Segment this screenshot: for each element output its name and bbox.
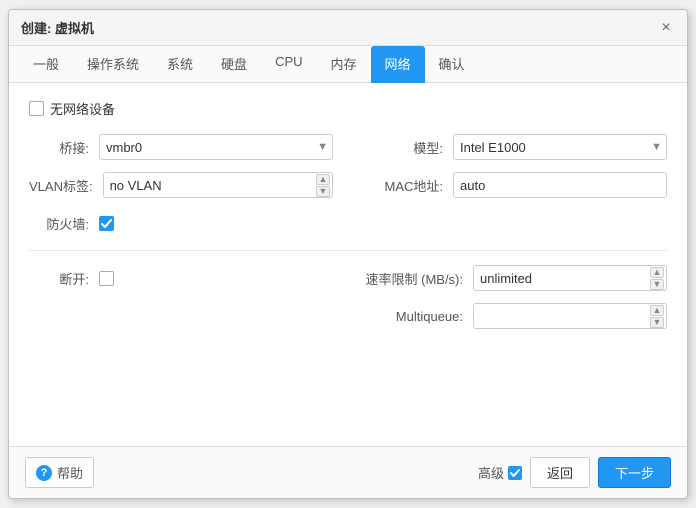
dialog-title: 创建: 虚拟机 <box>21 18 94 37</box>
content-area: 无网络设备 桥接: vmbr0 vmbr1 vmbr2 <box>9 83 687 446</box>
advanced-check-icon <box>510 469 520 477</box>
disconnect-checkbox[interactable] <box>99 271 114 286</box>
firewall-row: 防火墙: <box>29 208 333 238</box>
multiqueue-control: ▲ ▼ <box>473 303 667 329</box>
tab-bar: 一般 操作系统 系统 硬盘 CPU 内存 网络 确认 <box>9 46 687 83</box>
vlan-arrows: ▲ ▼ <box>316 172 330 198</box>
model-control: Intel E1000 VirtIO (paravirtualized) Rea… <box>453 134 667 160</box>
title-bar: 创建: 虚拟机 × <box>9 10 687 46</box>
vlan-spinner-wrapper: ▲ ▼ <box>103 172 333 198</box>
bridge-select-wrapper: vmbr0 vmbr1 vmbr2 ▼ <box>99 134 333 160</box>
rate-control: ▲ ▼ <box>473 265 667 291</box>
back-button[interactable]: 返回 <box>530 457 590 488</box>
tab-os[interactable]: 操作系统 <box>73 46 153 83</box>
disconnect-label: 断开: <box>29 269 99 288</box>
multiqueue-label: Multiqueue: <box>363 309 473 324</box>
model-select-wrapper: Intel E1000 VirtIO (paravirtualized) Rea… <box>453 134 667 160</box>
firewall-control <box>99 216 333 231</box>
mac-input[interactable] <box>453 172 667 198</box>
advanced-label: 高级 <box>478 463 504 482</box>
bridge-label: 桥接: <box>29 138 99 157</box>
rate-up-arrow[interactable]: ▲ <box>650 267 664 278</box>
vlan-up-arrow[interactable]: ▲ <box>316 174 330 185</box>
model-row: 模型: Intel E1000 VirtIO (paravirtualized)… <box>363 132 667 162</box>
firewall-checkbox[interactable] <box>99 216 114 231</box>
model-select[interactable]: Intel E1000 VirtIO (paravirtualized) Rea… <box>453 134 667 160</box>
section-right: 模型: Intel E1000 VirtIO (paravirtualized)… <box>363 132 667 238</box>
multiqueue-input[interactable] <box>473 303 667 329</box>
vlan-control: ▲ ▼ <box>103 172 333 198</box>
create-vm-dialog: 创建: 虚拟机 × 一般 操作系统 系统 硬盘 CPU 内存 网络 确认 无网络… <box>8 9 688 499</box>
help-button[interactable]: ? 帮助 <box>25 457 94 488</box>
close-button[interactable]: × <box>657 19 675 37</box>
disconnect-control <box>99 271 333 286</box>
mac-label: MAC地址: <box>363 176 453 195</box>
multiqueue-down-arrow[interactable]: ▼ <box>650 317 664 328</box>
no-network-row: 无网络设备 <box>29 99 667 118</box>
vlan-input[interactable] <box>103 172 333 198</box>
form-section: 桥接: vmbr0 vmbr1 vmbr2 ▼ <box>29 132 667 238</box>
advanced-checkbox[interactable] <box>508 466 522 480</box>
tab-cpu[interactable]: CPU <box>261 46 316 83</box>
firewall-label: 防火墙: <box>29 214 99 233</box>
divider <box>29 250 667 251</box>
vlan-label: VLAN标签: <box>29 176 103 195</box>
rate-spinner-wrapper: ▲ ▼ <box>473 265 667 291</box>
no-network-checkbox[interactable] <box>29 101 44 116</box>
rate-arrows: ▲ ▼ <box>650 265 664 291</box>
model-label: 模型: <box>363 138 453 157</box>
multiqueue-arrows: ▲ ▼ <box>650 303 664 329</box>
mac-row: MAC地址: <box>363 170 667 200</box>
next-button[interactable]: 下一步 <box>598 457 671 488</box>
multiqueue-spinner-wrapper: ▲ ▼ <box>473 303 667 329</box>
section-left-2: 断开: <box>29 263 333 331</box>
section-left: 桥接: vmbr0 vmbr1 vmbr2 ▼ <box>29 132 333 238</box>
rate-down-arrow[interactable]: ▼ <box>650 279 664 290</box>
form-section-2: 断开: 速率限制 (MB/s): ▲ <box>29 263 667 331</box>
mac-control <box>453 172 667 198</box>
advanced-check: 高级 <box>478 463 522 482</box>
help-label: 帮助 <box>57 463 83 482</box>
tab-confirm[interactable]: 确认 <box>425 46 479 83</box>
tab-disk[interactable]: 硬盘 <box>207 46 261 83</box>
vlan-down-arrow[interactable]: ▼ <box>316 186 330 197</box>
bridge-control: vmbr0 vmbr1 vmbr2 ▼ <box>99 134 333 160</box>
tab-network[interactable]: 网络 <box>371 46 425 83</box>
rate-row: 速率限制 (MB/s): ▲ ▼ <box>363 263 667 293</box>
tab-system[interactable]: 系统 <box>153 46 207 83</box>
no-network-label: 无网络设备 <box>50 99 115 118</box>
multiqueue-up-arrow[interactable]: ▲ <box>650 305 664 316</box>
tab-general[interactable]: 一般 <box>19 46 73 83</box>
multiqueue-row: Multiqueue: ▲ ▼ <box>363 301 667 331</box>
rate-input[interactable] <box>473 265 667 291</box>
footer: ? 帮助 高级 返回 下一步 <box>9 446 687 498</box>
vlan-row: VLAN标签: ▲ ▼ <box>29 170 333 200</box>
tab-memory[interactable]: 内存 <box>317 46 371 83</box>
footer-right: 高级 返回 下一步 <box>478 457 671 488</box>
disconnect-row: 断开: <box>29 263 333 293</box>
section-right-2: 速率限制 (MB/s): ▲ ▼ Multiqueue: <box>363 263 667 331</box>
bridge-row: 桥接: vmbr0 vmbr1 vmbr2 ▼ <box>29 132 333 162</box>
question-icon: ? <box>36 465 52 481</box>
rate-label: 速率限制 (MB/s): <box>363 269 473 288</box>
check-icon <box>101 219 112 228</box>
bridge-select[interactable]: vmbr0 vmbr1 vmbr2 <box>99 134 333 160</box>
